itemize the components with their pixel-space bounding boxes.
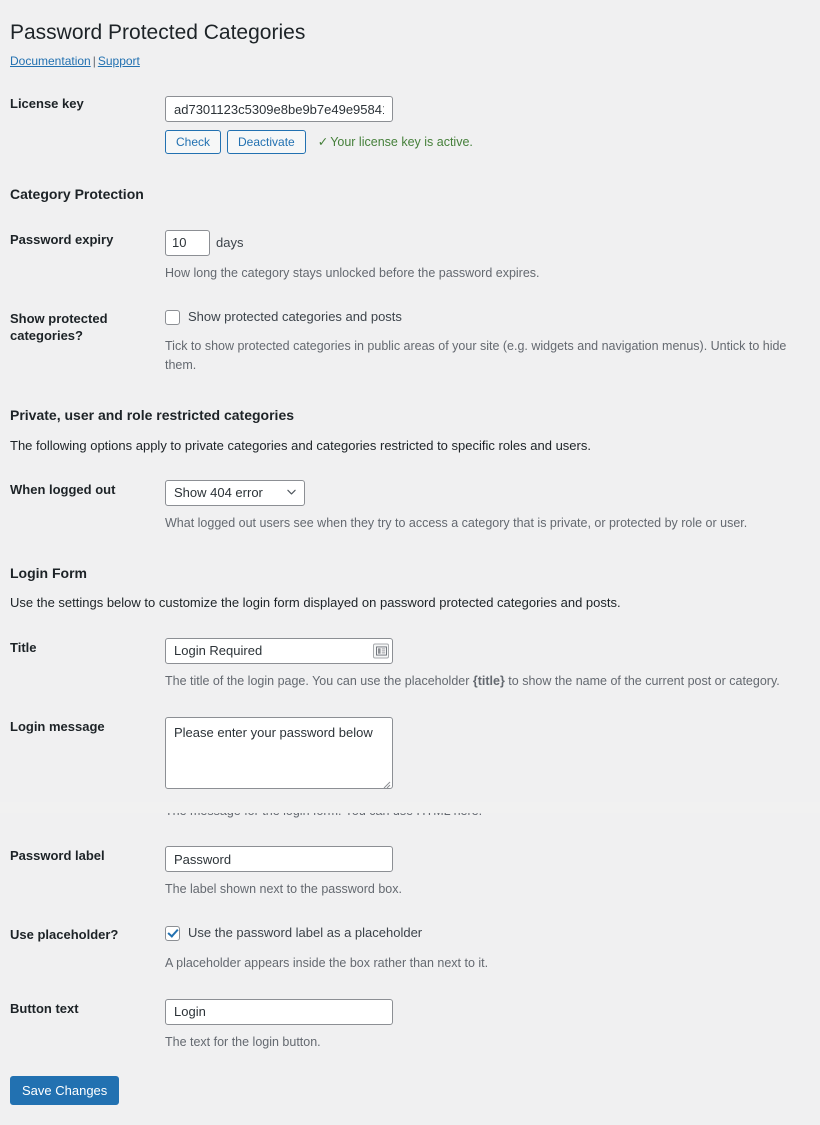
license-status-text: Your license key is active.: [330, 135, 473, 150]
license-key-cell: Check Deactivate ✓Your license key is ac…: [165, 80, 800, 167]
use-placeholder-checkbox-label[interactable]: Use the password label as a placeholder: [165, 925, 422, 942]
section-heading-login-form: Login Form: [10, 564, 87, 581]
password-expiry-cell: days How long the category stays unlocke…: [165, 217, 800, 296]
show-protected-row: Show protected categories? Show protecte…: [10, 296, 800, 388]
password-expiry-input[interactable]: [165, 229, 210, 256]
login-message-row: Login message Please enter your password…: [10, 704, 800, 834]
login-form-intro: Use the settings below to customize the …: [10, 595, 621, 611]
category-protection-table: Password expiry days How long the catego…: [10, 217, 800, 388]
license-actions: Check Deactivate ✓ Your license key is ac…: [165, 130, 790, 155]
private-restricted-intro: The following options apply to private c…: [10, 437, 591, 453]
use-placeholder-row: Use placeholder? Use the password label …: [10, 912, 800, 986]
license-status-message: ✓ Your license key is active.: [318, 134, 473, 150]
button-text-cell: The text for the login button.: [165, 986, 800, 1065]
check-license-button[interactable]: Check: [165, 130, 222, 155]
use-placeholder-label: Use placeholder?: [10, 927, 119, 943]
title-cell: The title of the login page. You can use…: [165, 625, 800, 704]
title-row: Title Login Required The title of the lo…: [10, 625, 800, 704]
submit-area: Save Changes: [10, 1064, 800, 1125]
show-protected-checkbox[interactable]: [165, 309, 180, 325]
save-changes-button[interactable]: Save Changes: [10, 1076, 120, 1106]
support-link[interactable]: Support: [98, 54, 140, 68]
check-icon: ✓: [317, 135, 329, 150]
password-label-cell: The label shown next to the password box…: [165, 833, 800, 912]
use-placeholder-checkbox-text: Use the password label as a placeholder: [188, 925, 423, 941]
password-expiry-units: days: [216, 235, 244, 251]
page-bottom-band: [0, 802, 820, 813]
license-key-row: License key Check Deactivate ✓Your licen…: [10, 80, 800, 167]
settings-page: Password Protected Categories Documentat…: [0, 0, 820, 1125]
password-label-description: The label shown next to the password box…: [165, 882, 402, 897]
when-logged-out-select-wrap: Show 404 error: [165, 480, 305, 507]
password-expiry-row: Password expiry days How long the catego…: [10, 217, 800, 296]
button-text-input[interactable]: [165, 998, 393, 1025]
login-message-textarea[interactable]: Please enter your password below: [165, 716, 393, 789]
license-key-input[interactable]: [165, 96, 393, 123]
title-description-placeholder: {title}: [472, 673, 505, 688]
show-protected-description: Tick to show protected categories in pub…: [165, 339, 787, 373]
plugin-links: Documentation | Support: [10, 54, 800, 68]
button-text-description: The text for the login button.: [165, 1034, 321, 1049]
documentation-link[interactable]: Documentation: [10, 54, 91, 68]
title-description-before: The title of the login page. You can use…: [165, 673, 473, 688]
title-description-after: to show the name of the current post or …: [504, 673, 780, 688]
title-description: The title of the login page. You can use…: [165, 672, 790, 691]
license-key-label: License key: [10, 96, 84, 112]
login-message-wrap: Please enter your password below: [165, 716, 393, 789]
title-input[interactable]: [165, 637, 393, 664]
password-expiry-label: Password expiry: [10, 231, 114, 247]
use-placeholder-checkbox[interactable]: [165, 925, 180, 941]
when-logged-out-select[interactable]: Show 404 error: [165, 480, 305, 507]
use-placeholder-cell: Use the password label as a placeholder …: [165, 912, 800, 986]
license-table: License key Check Deactivate ✓Your licen…: [10, 80, 800, 167]
when-logged-out-cell: Show 404 error What logged out users see…: [165, 467, 800, 546]
show-protected-cell: Show protected categories and posts Tick…: [165, 296, 800, 388]
use-placeholder-description: A placeholder appears inside the box rat…: [165, 955, 489, 970]
password-label-label: Password label: [10, 848, 105, 864]
login-form-table: Title Login Required The title of the lo…: [10, 625, 800, 1064]
show-protected-checkbox-label[interactable]: Show protected categories and posts: [165, 309, 402, 326]
password-expiry-description: How long the category stays unlocked bef…: [165, 265, 540, 280]
insert-placeholder-icon[interactable]: [373, 643, 389, 659]
password-label-row: Password label The label shown next to t…: [10, 833, 800, 912]
section-heading-private-restricted: Private, user and role restricted catego…: [10, 406, 295, 423]
link-separator: |: [92, 54, 96, 69]
when-logged-out-row: When logged out Show 404 error What logg…: [10, 467, 800, 546]
login-message-cell: Please enter your password below The mes…: [165, 704, 800, 834]
page-title: Password Protected Categories: [10, 21, 306, 44]
title-field-wrap: [165, 637, 393, 664]
show-protected-checkbox-text: Show protected categories and posts: [188, 308, 402, 324]
when-logged-out-label: When logged out: [10, 482, 116, 498]
button-text-label: Button text: [10, 1000, 79, 1016]
title-label: Title: [10, 639, 37, 655]
section-heading-category-protection: Category Protection: [10, 186, 144, 203]
button-text-row: Button text The text for the login butto…: [10, 986, 800, 1065]
private-restricted-table: When logged out Show 404 error What logg…: [10, 467, 800, 546]
deactivate-license-button[interactable]: Deactivate: [227, 130, 306, 155]
password-label-input[interactable]: [165, 846, 393, 873]
login-message-label: Login message: [10, 718, 105, 734]
show-protected-label: Show protected categories?: [10, 310, 108, 343]
when-logged-out-description: What logged out users see when they try …: [165, 516, 748, 531]
